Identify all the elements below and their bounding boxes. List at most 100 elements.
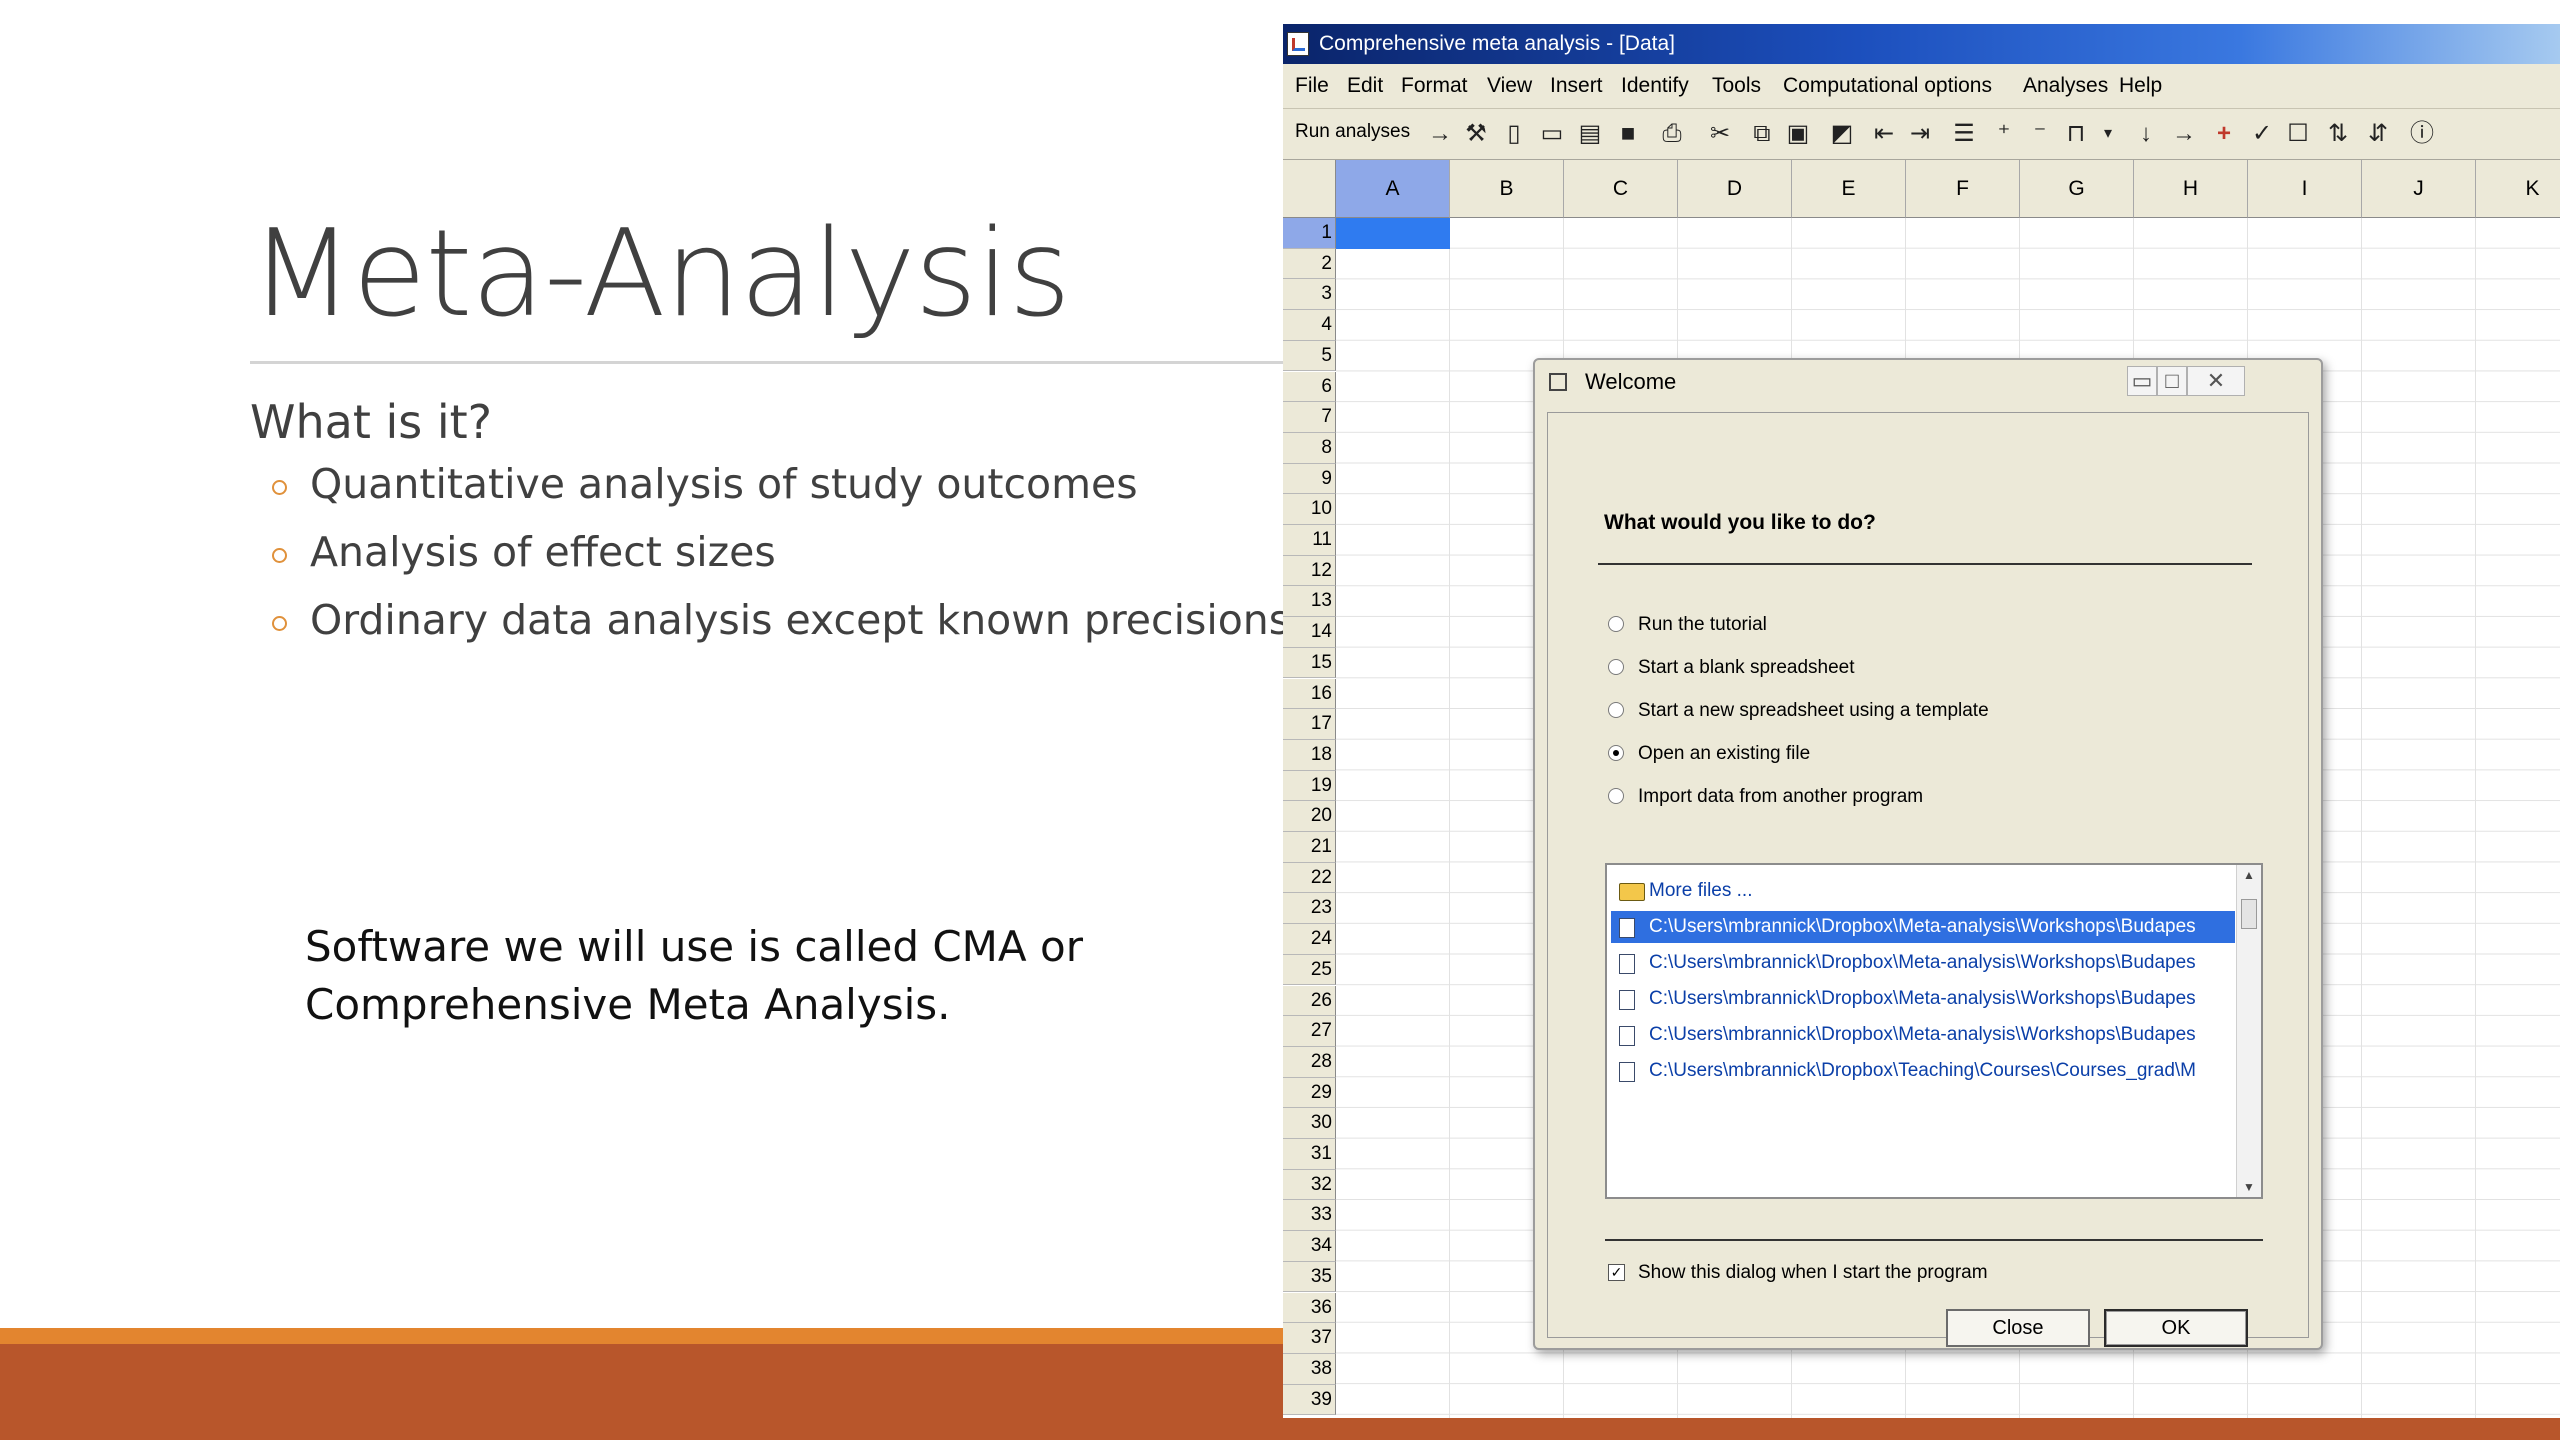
new-file-icon[interactable]: ▯ — [1499, 119, 1529, 149]
column-header-c[interactable]: C — [1564, 160, 1678, 218]
file-item[interactable]: C:\Users\mbrannick\Dropbox\Meta-analysis… — [1611, 1019, 2235, 1051]
row-header-4[interactable]: 4 — [1283, 310, 1336, 341]
save-icon[interactable]: ■ — [1613, 119, 1643, 149]
row-header-7[interactable]: 7 — [1283, 402, 1336, 433]
arrow-right-icon[interactable]: → — [1425, 119, 1455, 149]
indent-icon[interactable]: ⇥ — [1905, 119, 1935, 149]
sort-ascending-icon[interactable]: ⇅ — [2323, 119, 2353, 149]
menu-edit[interactable]: Edit — [1347, 64, 1383, 108]
sort-descending-icon[interactable]: ⇵ — [2363, 119, 2393, 149]
file-item[interactable]: C:\Users\mbrannick\Dropbox\Meta-analysis… — [1611, 983, 2235, 1015]
row-header-32[interactable]: 32 — [1283, 1169, 1336, 1201]
file-item[interactable]: C:\Users\mbrannick\Dropbox\Teaching\Cour… — [1611, 1055, 2235, 1087]
column-header-j[interactable]: J — [2362, 160, 2476, 218]
file-item[interactable]: C:\Users\mbrannick\Dropbox\Meta-analysis… — [1611, 947, 2235, 979]
menu-format[interactable]: Format — [1401, 64, 1468, 108]
column-header-a[interactable]: A — [1336, 160, 1450, 218]
ok-button[interactable]: OK — [2104, 1309, 2248, 1347]
row-header-35[interactable]: 35 — [1283, 1261, 1336, 1293]
menu-tools[interactable]: Tools — [1712, 64, 1761, 108]
wand-icon[interactable]: ⚒ — [1461, 119, 1491, 149]
file-item[interactable]: C:\Users\mbrannick\Dropbox\Meta-analysis… — [1611, 911, 2235, 943]
decimal-increase-icon[interactable]: ⁺ — [1989, 119, 2019, 149]
column-header-d[interactable]: D — [1678, 160, 1792, 218]
radio-button[interactable] — [1608, 616, 1624, 632]
check-icon[interactable]: ✓ — [2247, 119, 2277, 149]
blank-icon[interactable]: ☐ — [2283, 119, 2313, 149]
row-header-33[interactable]: 33 — [1283, 1200, 1336, 1232]
radio-button[interactable] — [1608, 659, 1624, 675]
active-cell[interactable] — [1336, 218, 1450, 249]
column-header-b[interactable]: B — [1450, 160, 1564, 218]
menu-help[interactable]: Help — [2119, 64, 2162, 108]
close-button[interactable]: Close — [1946, 1309, 2090, 1347]
row-header-24[interactable]: 24 — [1283, 924, 1336, 955]
dropdown-icon[interactable]: ▾ — [2093, 119, 2123, 149]
arrow-down-icon[interactable]: ↓ — [2131, 119, 2161, 149]
menu-file[interactable]: File — [1295, 64, 1329, 108]
row-header-29[interactable]: 29 — [1283, 1077, 1336, 1109]
open-folder-icon[interactable]: ▭ — [1537, 119, 1567, 149]
radio-button[interactable] — [1608, 702, 1624, 718]
decimal-decrease-icon[interactable]: ⁻ — [2025, 119, 2055, 149]
column-header-f[interactable]: F — [1906, 160, 2020, 218]
row-header-38[interactable]: 38 — [1283, 1353, 1336, 1385]
column-header-i[interactable]: I — [2248, 160, 2362, 218]
row-header-11[interactable]: 11 — [1283, 525, 1336, 556]
column-format-icon[interactable]: ⊓ — [2061, 119, 2091, 149]
recent-files-list[interactable]: More files ... C:\Users\mbrannick\Dropbo… — [1605, 863, 2263, 1199]
run-analyses-button[interactable]: Run analyses — [1295, 121, 1410, 143]
maximize-icon[interactable]: □ — [2157, 366, 2187, 396]
row-header-30[interactable]: 30 — [1283, 1108, 1336, 1139]
close-icon[interactable]: ✕ — [2187, 366, 2245, 396]
checkbox-checked-icon[interactable]: ✓ — [1608, 1264, 1625, 1281]
info-icon[interactable]: ⓘ — [2407, 119, 2437, 149]
list-icon[interactable]: ☰ — [1949, 119, 1979, 149]
row-header-31[interactable]: 31 — [1283, 1139, 1336, 1170]
print-icon[interactable]: ⎙ — [1657, 119, 1687, 149]
row-header-25[interactable]: 25 — [1283, 954, 1336, 986]
arrow-right-icon[interactable]: → — [2169, 119, 2199, 149]
menu-insert[interactable]: Insert — [1550, 64, 1603, 108]
menu-view[interactable]: View — [1487, 64, 1532, 108]
row-header-39[interactable]: 39 — [1283, 1384, 1336, 1416]
grid-corner[interactable] — [1283, 160, 1336, 218]
more-files-item[interactable]: More files ... — [1611, 875, 2235, 907]
row-header-23[interactable]: 23 — [1283, 893, 1336, 925]
row-header-16[interactable]: 16 — [1283, 678, 1336, 710]
cut-icon[interactable]: ✂ — [1705, 119, 1735, 149]
row-header-37[interactable]: 37 — [1283, 1323, 1336, 1354]
import-icon[interactable]: ◩ — [1827, 119, 1857, 149]
row-header-2[interactable]: 2 — [1283, 248, 1336, 280]
row-header-28[interactable]: 28 — [1283, 1046, 1336, 1078]
row-header-12[interactable]: 12 — [1283, 555, 1336, 587]
radio-button-selected[interactable] — [1608, 745, 1624, 761]
menu-analyses[interactable]: Analyses — [2023, 64, 2108, 108]
window-titlebar[interactable]: Comprehensive meta analysis - [Data] — [1283, 24, 2560, 64]
row-header-18[interactable]: 18 — [1283, 739, 1336, 771]
radio-button[interactable] — [1608, 788, 1624, 804]
row-header-1[interactable]: 1 — [1283, 218, 1336, 249]
plus-icon[interactable]: + — [2209, 119, 2239, 149]
menu-identify[interactable]: Identify — [1621, 64, 1689, 108]
minimize-icon[interactable]: ▭ — [2127, 366, 2157, 396]
menu-computational-options[interactable]: Computational options — [1783, 64, 1992, 108]
column-header-h[interactable]: H — [2134, 160, 2248, 218]
row-header-26[interactable]: 26 — [1283, 985, 1336, 1017]
row-header-3[interactable]: 3 — [1283, 279, 1336, 311]
row-header-15[interactable]: 15 — [1283, 647, 1336, 679]
row-header-14[interactable]: 14 — [1283, 617, 1336, 648]
row-header-21[interactable]: 21 — [1283, 832, 1336, 863]
paste-icon[interactable]: ▣ — [1783, 119, 1813, 149]
row-header-10[interactable]: 10 — [1283, 494, 1336, 525]
row-header-13[interactable]: 13 — [1283, 586, 1336, 618]
scroll-up-icon[interactable]: ▲ — [2237, 865, 2261, 885]
scroll-down-icon[interactable]: ▼ — [2237, 1177, 2261, 1197]
row-header-20[interactable]: 20 — [1283, 801, 1336, 832]
column-header-k[interactable]: K — [2476, 160, 2560, 218]
row-header-6[interactable]: 6 — [1283, 371, 1336, 403]
column-header-g[interactable]: G — [2020, 160, 2134, 218]
outdent-icon[interactable]: ⇤ — [1869, 119, 1899, 149]
scroll-thumb[interactable] — [2241, 899, 2257, 929]
row-header-19[interactable]: 19 — [1283, 770, 1336, 802]
